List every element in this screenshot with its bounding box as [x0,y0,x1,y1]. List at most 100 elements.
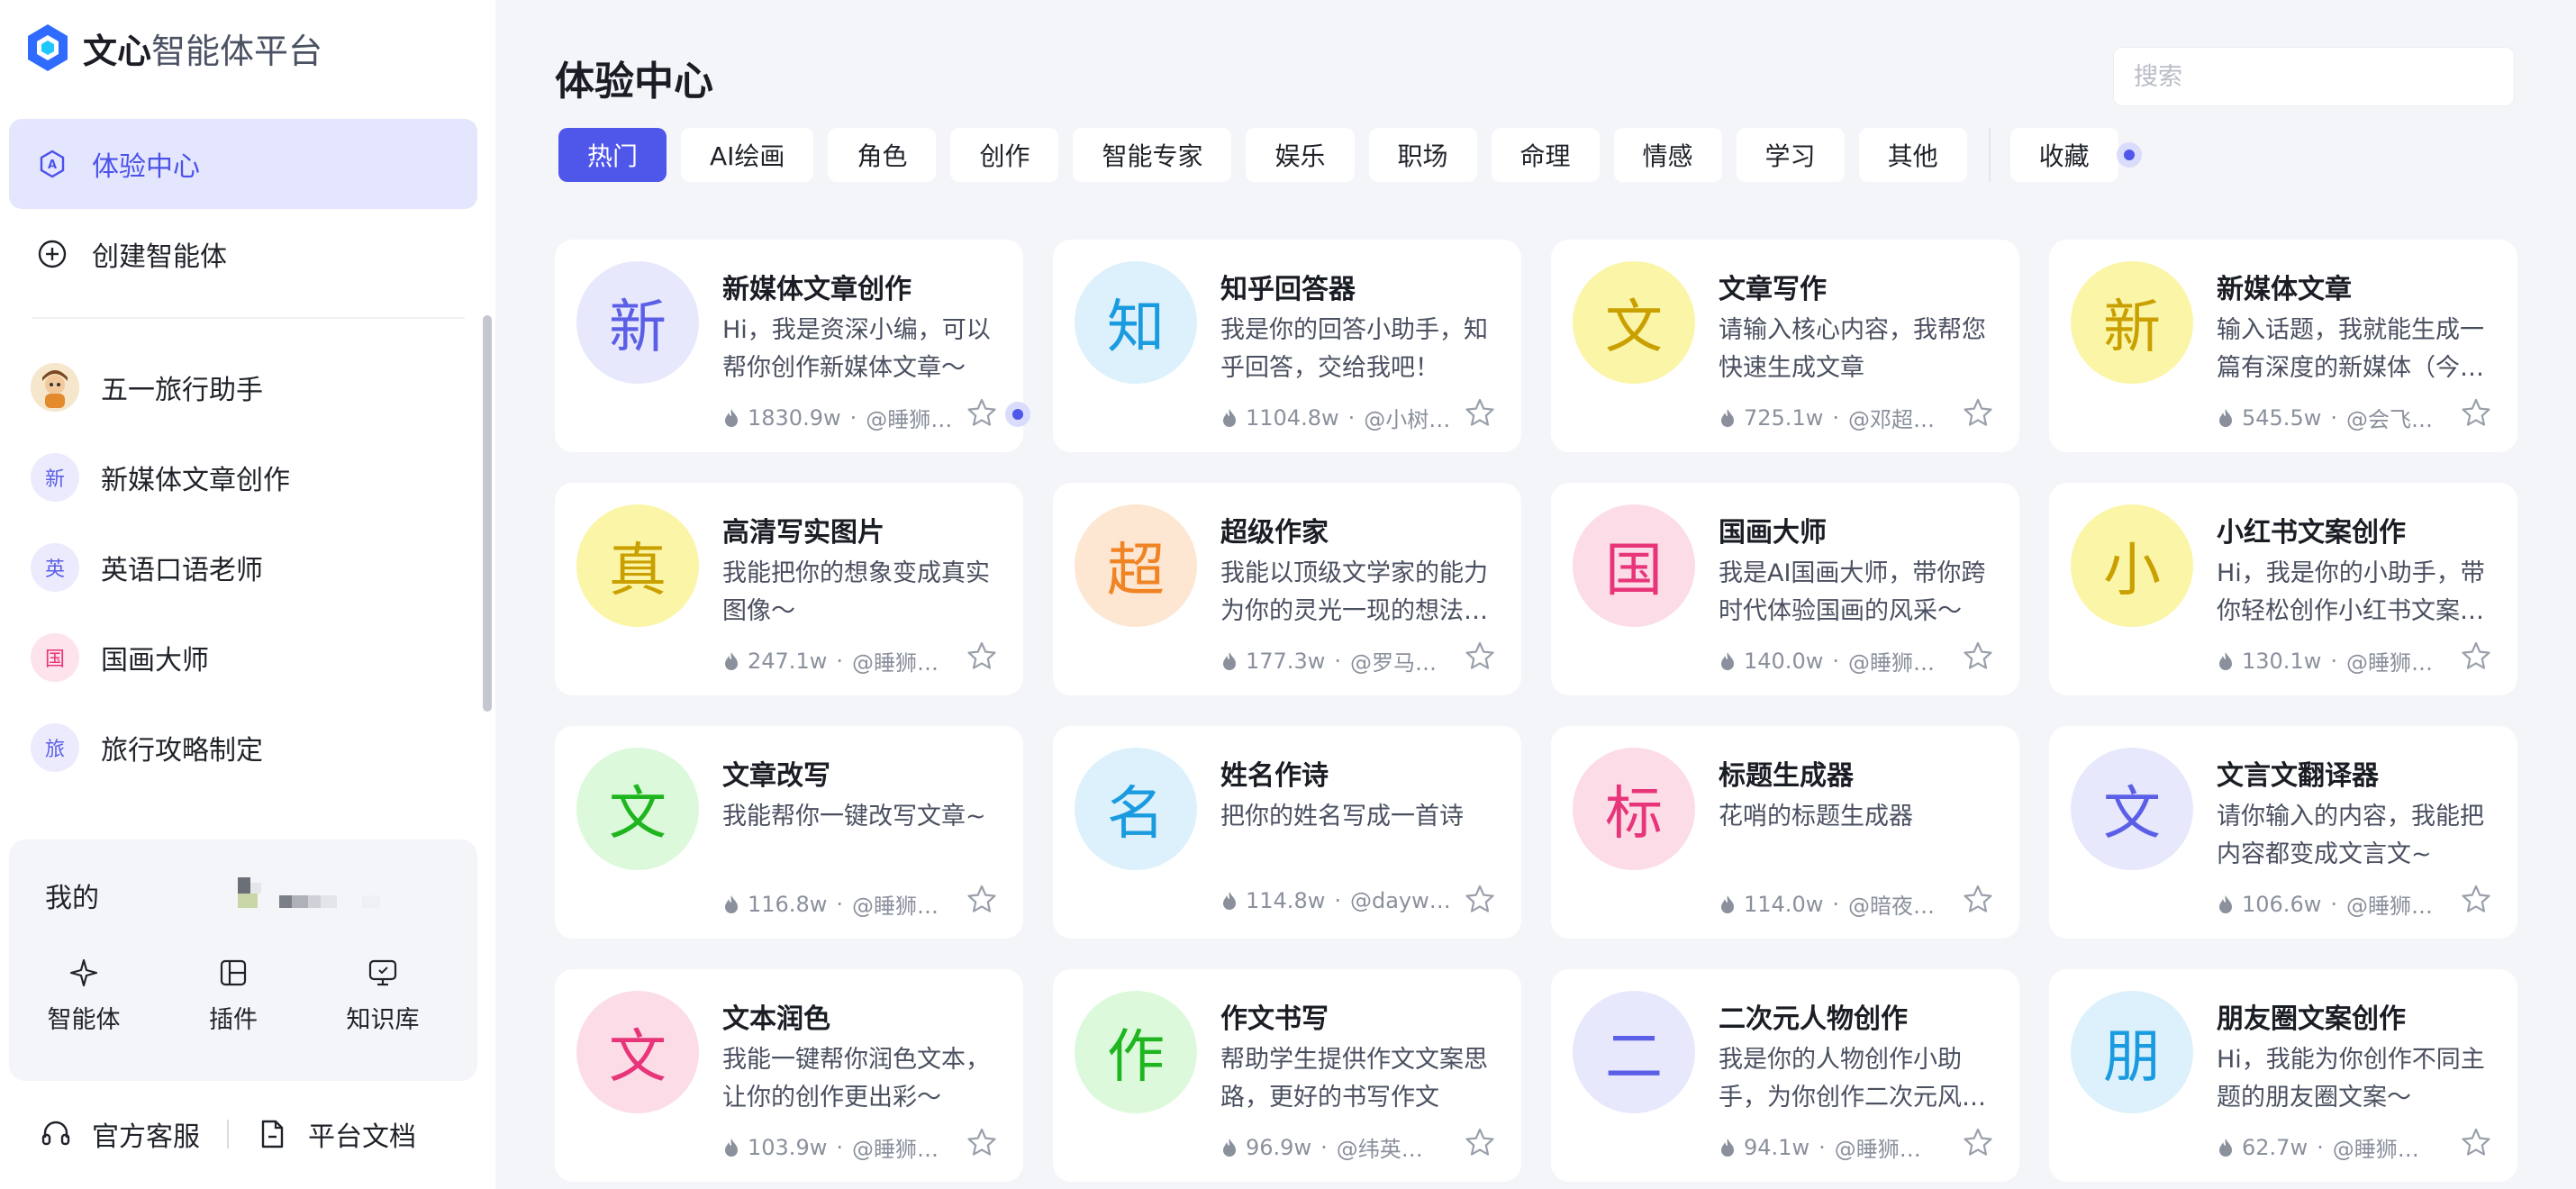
agent-author[interactable]: @睡狮老师 [2346,888,2447,920]
nav-item-create-agent[interactable]: 创建智能体 [9,209,477,299]
mine-plugins-button[interactable]: 插件 [159,955,308,1035]
usage-count: 116.8w [748,891,828,917]
agent-card[interactable]: 朋朋友圈文案创作 Hi，我能为你创作不同主题的朋友圈文案～ 62.7w · @睡狮老师 [2049,969,2517,1182]
tab-4[interactable]: 智能专家 [1073,128,1232,182]
tab-6[interactable]: 职场 [1368,128,1477,182]
agent-card[interactable]: 知知乎回答器 我是你的回答小助手，知乎回答，交给我吧！ 1104.8w · @小树同学 [1053,240,1521,452]
agent-card[interactable]: 作作文书写 帮助学生提供作文文案思路，更好的书写作文 96.9w · @纬英科技 [1053,969,1521,1182]
agent-author[interactable]: @邓超老师 [1848,402,1949,433]
recent-agents-list: 五一旅行助手 新 新媒体文章创作 英 英语口语老师 国 国画大师 旅 旅行攻略制… [0,342,483,820]
agent-meta: 1104.8w · @小树同学 [1220,402,1465,433]
agent-description: 把你的姓名写成一首诗 [1220,803,1464,830]
agent-card[interactable]: 小小红书文案创作 Hi，我是你的小助手，带你轻松创作小红书文案，快来试试吧 130.… [2049,483,2517,695]
favorite-star-icon[interactable] [1962,1126,1994,1158]
agent-author[interactable]: @暗夜丿流星 [1848,888,1949,920]
favorite-star-icon[interactable] [2460,396,2492,429]
agent-author[interactable]: @daywinner [1350,888,1451,913]
search-input[interactable] [2113,47,2515,106]
tab-9[interactable]: 学习 [1736,128,1845,182]
agent-meta: 116.8w · @睡狮老师 [722,888,953,920]
sidebar-scrollbar[interactable] [483,315,492,712]
avatar [31,363,79,412]
agent-description: 我是你的回答小助手，知乎回答，交给我吧！ [1220,316,1488,382]
agent-card[interactable]: 文文章改写 我能帮你一键改写文章~ 116.8w · @睡狮老师 [555,726,1023,939]
agent-meta: 106.6w · @睡狮老师 [2217,888,2447,920]
favorite-star-icon[interactable] [966,396,998,429]
agent-card[interactable]: 新新媒体文章创作 Hi，我是资深小编，可以帮你创作新媒体文章～ 1830.9w · @睡… [555,240,1030,452]
favorite-star-icon[interactable] [966,640,998,672]
tab-0[interactable]: 热门 [558,128,667,182]
nav-item-experience-center[interactable]: A 体验中心 [9,119,477,209]
tab-favorites[interactable]: 收藏 [2009,128,2118,182]
favorite-star-icon[interactable] [1464,640,1496,672]
agent-author[interactable]: @睡狮老师 [852,645,953,676]
tab-7[interactable]: 命理 [1491,128,1600,182]
favorite-star-icon[interactable] [1962,396,1994,429]
agent-card[interactable]: 国国画大师 我是AI国画大师，带你跨时代体验国画的风采～ 140.0w · @睡狮老师 [1551,483,2019,695]
agent-author[interactable]: @会飞的鱼 [2346,402,2447,433]
flame-icon [1220,407,1246,429]
platform-docs-link[interactable]: 平台文档 [256,1114,416,1154]
agent-title: 标题生成器 [1719,760,1854,792]
favorite-star-icon[interactable] [966,883,998,915]
favorite-star-icon[interactable] [2460,883,2492,915]
favorite-star-icon[interactable] [1464,396,1496,429]
agent-author[interactable]: @小树同学 [1364,402,1465,433]
agent-author[interactable]: @睡狮老师 [1848,645,1949,676]
recent-item-new-media[interactable]: 新 新媒体文章创作 [0,432,483,522]
card-indicator-dot [1005,402,1030,427]
agent-author[interactable]: @睡狮老师 [2333,1131,2434,1163]
agent-card[interactable]: 文文本润色 我能一键帮你润色文本，让你的创作更出彩～ 103.9w · @睡狮老师 [555,969,1023,1182]
flame-icon [2217,650,2242,672]
agent-author[interactable]: @纬英科技 [1337,1131,1438,1163]
tab-3[interactable]: 创作 [950,128,1059,182]
agent-card[interactable]: 新新媒体文章输入话题，我就能生成一篇有深度的新媒体（今日头条）文章 545.5w ·… [2049,240,2517,452]
flame-icon [1719,1137,1744,1158]
favorite-star-icon[interactable] [1962,640,1994,672]
agent-card[interactable]: 超超级作家我能以顶级文学家的能力为你的灵光一现的想法赋予生命 177.3w · @罗马… [1053,483,1521,695]
avatar: 旅 [31,723,79,772]
recent-item-guohua-master[interactable]: 国 国画大师 [0,613,483,703]
mine-knowledge-base-button[interactable]: 知识库 [308,955,458,1035]
agent-card[interactable]: 二二次元人物创作我是你的人物创作小助手，为你创作二次元风格的人物形象 94.1w ·… [1551,969,2019,1182]
agent-author[interactable]: @睡狮老师 [852,888,953,920]
favorite-star-icon[interactable] [1464,883,1496,915]
favorite-star-icon[interactable] [2460,1126,2492,1158]
recent-item-travel-assistant[interactable]: 五一旅行助手 [0,342,483,432]
brand-logo[interactable]: 文心 智能体平台 [25,22,322,74]
favorite-star-icon[interactable] [1962,883,1994,915]
agent-card[interactable]: 文文言文翻译器 请你输入的内容，我能把内容都变成文言文~ 106.6w · @睡狮老师 [2049,726,2517,939]
agent-author[interactable]: @睡狮老师 [852,1131,953,1163]
user-info-blurred[interactable] [225,872,459,926]
tab-1[interactable]: AI绘画 [681,128,814,182]
recent-item-travel-plan[interactable]: 旅 旅行攻略制定 [0,703,483,793]
favorite-star-icon[interactable] [1464,1126,1496,1158]
agent-card[interactable]: 真高清写实图片 我能把你的想象变成真实图像～ 247.1w · @睡狮老师 [555,483,1023,695]
flame-icon [1220,650,1246,672]
tab-10[interactable]: 其他 [1858,128,1967,182]
meta-separator: · [836,648,843,674]
customer-service-link[interactable]: 官方客服 [40,1114,200,1154]
mine-agents-button[interactable]: 智能体 [9,955,159,1035]
flame-icon [722,407,748,429]
agent-card[interactable]: 名姓名作诗把你的姓名写成一首诗 114.8w · @daywinner [1053,726,1521,939]
agent-card[interactable]: 标标题生成器花哨的标题生成器 114.0w · @暗夜丿流星 [1551,726,2019,939]
agent-title: 姓名作诗 [1220,760,1329,792]
agent-author[interactable]: @罗马假日 [1350,645,1451,676]
usage-count: 96.9w [1246,1134,1312,1160]
tab-2[interactable]: 角色 [828,128,937,182]
favorite-star-icon[interactable] [966,1126,998,1158]
agent-meta: 177.3w · @罗马假日 [1220,645,1451,676]
agent-meta: 1830.9w · @睡狮老师 [722,402,966,433]
flame-icon [722,650,748,672]
favorite-star-icon[interactable] [2460,640,2492,672]
tab-8[interactable]: 情感 [1613,128,1722,182]
agent-author[interactable]: @睡狮老师 [2346,645,2447,676]
agent-avatar: 文 [576,748,699,870]
agent-card[interactable]: 文文章写作 请输入核心内容，我帮您快速生成文章 725.1w · @邓超老师 [1551,240,2019,452]
agent-author[interactable]: @睡狮老师 [1835,1131,1936,1163]
agent-author[interactable]: @睡狮老师 [866,402,966,433]
agent-title: 知乎回答器 [1220,274,1356,305]
recent-item-english-teacher[interactable]: 英 英语口语老师 [0,522,483,613]
tab-5[interactable]: 娱乐 [1246,128,1355,182]
